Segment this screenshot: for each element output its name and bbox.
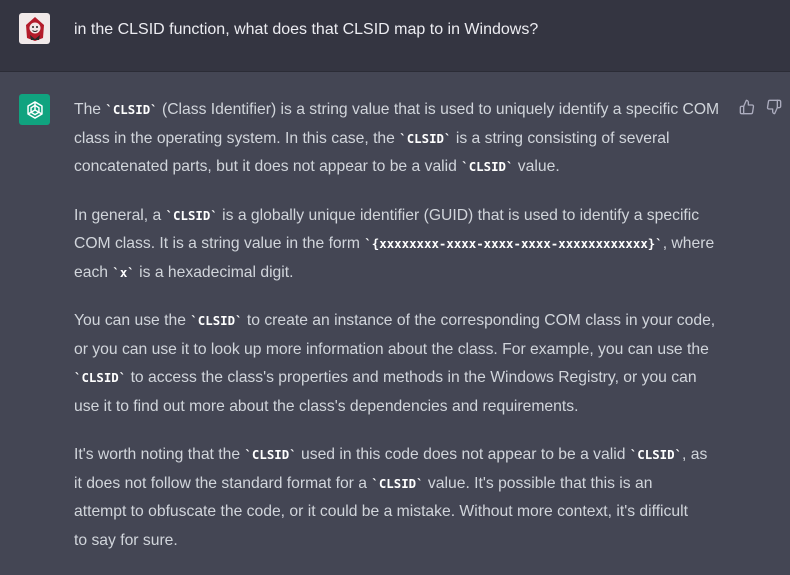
user-avatar-icon bbox=[25, 16, 44, 41]
inline-code: `CLSID` bbox=[244, 447, 297, 462]
text: is a hexadecimal digit. bbox=[134, 263, 294, 281]
text: use it to find out more about the class'… bbox=[74, 397, 579, 415]
text: COM class. It is a string value in the f… bbox=[74, 235, 365, 252]
text: or you can use it to look up more inform… bbox=[74, 340, 709, 358]
inline-code: `CLSID` bbox=[461, 159, 514, 174]
inline-code: `CLSID` bbox=[399, 130, 452, 146]
user-message-text: in the CLSID function, what does that CL… bbox=[74, 21, 539, 38]
text: each bbox=[74, 263, 113, 281]
text: is a globally unique identifier (GUID) t… bbox=[217, 206, 700, 224]
text: You can use the bbox=[74, 312, 191, 329]
inline-code: `x` bbox=[112, 264, 135, 280]
text: used in this code does not appear to be … bbox=[296, 446, 630, 463]
inline-code: `CLSID` bbox=[629, 447, 683, 462]
answer-paragraph-1: The `CLSID` (Class Identifier) is a stri… bbox=[74, 96, 742, 182]
inline-code: `CLSID` bbox=[190, 313, 243, 328]
text: , as bbox=[682, 446, 708, 463]
text: It's worth noting that the bbox=[74, 446, 245, 463]
text: class in the operating system. In this c… bbox=[74, 129, 400, 147]
thumbs-down-button[interactable] bbox=[765, 98, 783, 116]
text: In general, a bbox=[74, 206, 166, 224]
answer-paragraph-4: It's worth noting that the `CLSID` used … bbox=[74, 441, 742, 555]
text: attempt to obfuscate the code, or it cou… bbox=[74, 503, 688, 520]
thumbs-up-icon bbox=[739, 99, 755, 115]
text: (Class Identifier) is a string value tha… bbox=[157, 101, 720, 118]
user-message-row: in the CLSID function, what does that CL… bbox=[0, 0, 790, 72]
answer-paragraph-2: In general, a `CLSID` is a globally uniq… bbox=[74, 202, 742, 288]
text: The bbox=[74, 101, 106, 118]
inline-code: `CLSID` bbox=[105, 102, 158, 117]
assistant-answer: The `CLSID` (Class Identifier) is a stri… bbox=[74, 96, 742, 575]
inline-code: `{xxxxxxxx-xxxx-xxxx-xxxx-xxxxxxxxxxxx}` bbox=[364, 236, 663, 251]
text: it does not follow the standard format f… bbox=[74, 474, 372, 492]
inline-code: `CLSID` bbox=[74, 370, 127, 385]
assistant-avatar bbox=[19, 94, 50, 125]
text: to say for sure. bbox=[74, 531, 178, 549]
text: , where bbox=[662, 235, 715, 252]
inline-code: `CLSID` bbox=[165, 207, 218, 223]
answer-paragraph-3: You can use the `CLSID` to create an ins… bbox=[74, 307, 742, 421]
openai-logo-icon bbox=[26, 100, 43, 119]
inline-code: `CLSID` bbox=[371, 475, 424, 491]
user-avatar bbox=[19, 13, 50, 44]
thumbs-down-icon bbox=[766, 99, 782, 115]
text: is a string consisting of several bbox=[451, 129, 670, 147]
text: to access the class's properties and met… bbox=[126, 369, 697, 386]
thumbs-up-button[interactable] bbox=[738, 98, 756, 116]
text: to create an instance of the correspondi… bbox=[242, 312, 716, 329]
text: concatenated parts, but it does not appe… bbox=[74, 158, 462, 175]
text: value. It's possible that this is an bbox=[423, 474, 653, 492]
text: value. bbox=[513, 158, 560, 175]
assistant-message-row: The `CLSID` (Class Identifier) is a stri… bbox=[0, 72, 790, 559]
